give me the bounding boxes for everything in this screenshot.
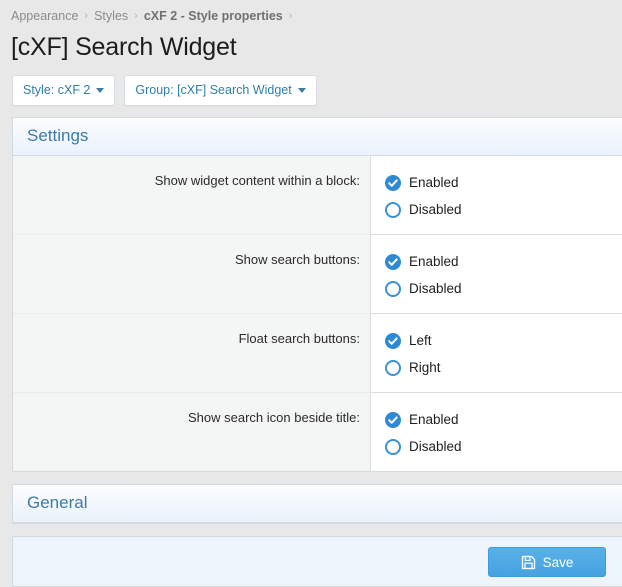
toolbar: Style: cXF 2 Group: [cXF] Search Widget <box>0 66 622 106</box>
radio-option-label: Right <box>409 360 441 375</box>
breadcrumb-separator-icon: › <box>84 10 89 22</box>
radio-checked-icon <box>385 174 401 191</box>
setting-value: Enabled Disabled <box>371 392 622 471</box>
page-title: [cXF] Search Widget <box>11 33 237 61</box>
general-block: General <box>12 484 622 524</box>
radio-option-label: Enabled <box>409 412 459 427</box>
radio-option-label: Disabled <box>409 439 462 454</box>
breadcrumb-item-appearance[interactable]: Appearance <box>11 7 78 25</box>
floppy-disk-save-icon <box>521 555 536 570</box>
table-row: Show search buttons: Enabled Disabled <box>13 234 622 313</box>
breadcrumb-separator-icon: › <box>288 10 293 22</box>
radio-option-label: Disabled <box>409 281 462 296</box>
radio-option-label: Enabled <box>409 175 459 190</box>
form-footer: Save <box>12 536 622 587</box>
radio-checked-icon <box>385 253 401 270</box>
setting-label: Show search icon beside title: <box>13 392 371 471</box>
table-row: Show search icon beside title: Enabled D… <box>13 392 622 471</box>
general-block-header: General <box>13 485 622 523</box>
setting-label: Show widget content within a block: <box>13 156 371 234</box>
breadcrumb-item-style-properties[interactable]: cXF 2 - Style properties <box>144 7 283 25</box>
radio-option-disabled[interactable]: Disabled <box>385 433 622 460</box>
settings-block-header: Settings <box>13 118 622 156</box>
radio-option-label: Disabled <box>409 202 462 217</box>
style-selector-button[interactable]: Style: cXF 2 <box>12 75 116 106</box>
radio-option-label: Enabled <box>409 254 459 269</box>
chevron-down-icon <box>297 87 306 93</box>
setting-value: Enabled Disabled <box>371 234 622 313</box>
radio-option-enabled[interactable]: Enabled <box>385 169 622 196</box>
setting-value: Enabled Disabled <box>371 156 622 234</box>
radio-unchecked-icon <box>385 201 401 218</box>
table-row: Float search buttons: Left Right <box>13 313 622 392</box>
table-row: Show widget content within a block: Enab… <box>13 156 622 234</box>
breadcrumb-item-styles[interactable]: Styles <box>94 7 128 25</box>
radio-unchecked-icon <box>385 280 401 297</box>
radio-option-enabled[interactable]: Enabled <box>385 406 622 433</box>
radio-unchecked-icon <box>385 359 401 376</box>
group-selector-label: Group: [cXF] Search Widget <box>135 82 292 97</box>
chevron-down-icon <box>96 87 105 93</box>
radio-checked-icon <box>385 332 401 349</box>
settings-block: Settings Show widget content within a bl… <box>12 117 622 472</box>
setting-label: Float search buttons: <box>13 313 371 392</box>
breadcrumb: Appearance › Styles › cXF 2 - Style prop… <box>0 0 622 26</box>
radio-option-right[interactable]: Right <box>385 354 622 381</box>
radio-option-disabled[interactable]: Disabled <box>385 275 622 302</box>
group-selector-button[interactable]: Group: [cXF] Search Widget <box>124 75 317 106</box>
radio-option-left[interactable]: Left <box>385 327 622 354</box>
save-button[interactable]: Save <box>488 547 606 577</box>
radio-option-label: Left <box>409 333 432 348</box>
radio-unchecked-icon <box>385 438 401 455</box>
radio-checked-icon <box>385 411 401 428</box>
radio-option-enabled[interactable]: Enabled <box>385 248 622 275</box>
settings-rows: Show widget content within a block: Enab… <box>13 156 622 471</box>
style-selector-label: Style: cXF 2 <box>23 82 91 97</box>
radio-option-disabled[interactable]: Disabled <box>385 196 622 223</box>
breadcrumb-separator-icon: › <box>134 10 138 22</box>
setting-value: Left Right <box>371 313 622 392</box>
save-button-label: Save <box>542 554 574 570</box>
setting-label: Show search buttons: <box>13 234 371 313</box>
